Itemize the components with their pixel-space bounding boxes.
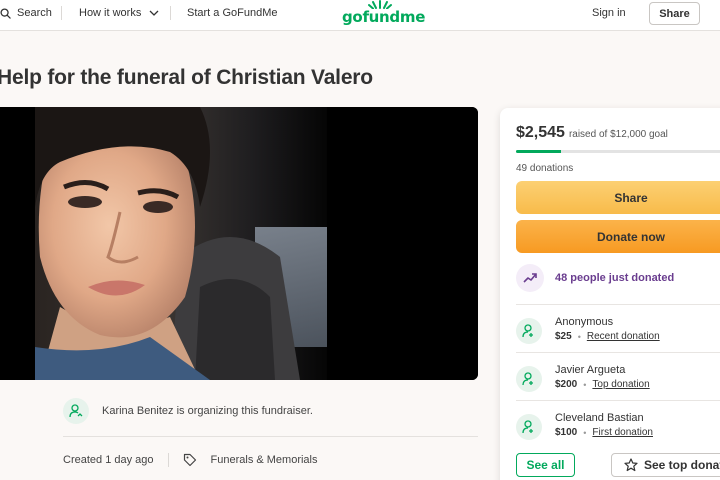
star-icon: [624, 458, 638, 472]
gofundme-logo[interactable]: gofundme: [342, 0, 425, 26]
card-divider: [516, 304, 720, 305]
organizer-icon: [63, 398, 89, 424]
card-divider: [516, 400, 720, 401]
donor-item: Javier Argueta $200 • Top donation: [516, 364, 650, 392]
search-link[interactable]: Search: [0, 0, 52, 26]
donor-icon: [516, 414, 542, 440]
sign-in-link[interactable]: Sign in: [592, 0, 626, 26]
nav-share-button[interactable]: Share: [649, 2, 700, 25]
start-gofundme-link[interactable]: Start a GoFundMe: [187, 0, 278, 26]
sign-in-label: Sign in: [592, 7, 626, 19]
chevron-down-icon: [149, 10, 159, 16]
see-top-donations-button[interactable]: See top donations: [611, 453, 720, 477]
top-nav: Search How it works Start a GoFundMe gof…: [0, 0, 720, 31]
start-gofundme-label: Start a GoFundMe: [187, 7, 278, 19]
bullet-separator: •: [583, 379, 587, 390]
portrait-image: [0, 107, 478, 380]
donate-now-button[interactable]: Donate now: [516, 220, 720, 253]
bullet-separator: •: [577, 331, 581, 342]
donation-card: $2,545 raised of $12,000 goal 49 donatio…: [500, 108, 720, 480]
logo-text: gofundme: [342, 8, 426, 26]
search-label: Search: [17, 7, 52, 19]
page-title: Help for the funeral of Christian Valero: [0, 66, 373, 89]
card-divider: [516, 352, 720, 353]
campaign-meta: Created 1 day ago Funerals & Memorials: [63, 453, 318, 467]
recent-activity: 48 people just donated: [516, 264, 674, 292]
bullet-separator: •: [583, 427, 587, 438]
trending-up-icon: [516, 264, 544, 292]
donation-type-link[interactable]: Top donation: [592, 379, 649, 390]
nav-divider: [170, 6, 171, 20]
organizer-divider: [63, 436, 478, 437]
raised-summary: $2,545 raised of $12,000 goal: [516, 124, 668, 142]
category-link[interactable]: Funerals & Memorials: [183, 453, 318, 467]
donor-amount: $200: [555, 379, 578, 390]
search-icon: [0, 7, 11, 19]
organizer-text: Karina Benitez is organizing this fundra…: [102, 405, 313, 417]
donor-icon: [516, 366, 542, 392]
how-it-works-menu[interactable]: How it works: [79, 0, 159, 26]
donor-amount: $25: [555, 331, 572, 342]
progress-bar: [516, 150, 720, 153]
donor-item: Cleveland Bastian $100 • First donation: [516, 412, 653, 440]
tag-icon: [183, 453, 204, 467]
how-it-works-label: How it works: [79, 7, 142, 19]
donor-name: Cleveland Bastian: [555, 412, 644, 424]
donor-icon: [516, 318, 542, 344]
donor-name: Anonymous: [555, 316, 614, 328]
share-button[interactable]: Share: [516, 181, 720, 214]
see-top-donations-label: See top donations: [644, 458, 720, 472]
campaign-photo: [0, 107, 478, 380]
donation-type-link[interactable]: Recent donation: [587, 331, 660, 342]
donation-type-link[interactable]: First donation: [592, 427, 653, 438]
donations-count: 49 donations: [516, 163, 574, 174]
created-date: Created 1 day ago: [63, 454, 154, 466]
nav-divider: [61, 6, 62, 20]
donor-amount: $100: [555, 427, 578, 438]
category-label: Funerals & Memorials: [210, 454, 318, 466]
see-all-button[interactable]: See all: [516, 453, 575, 477]
donor-item: Anonymous $25 • Recent donation: [516, 316, 660, 344]
donor-name: Javier Argueta: [555, 364, 626, 376]
progress-fill: [516, 150, 561, 153]
goal-text: raised of $12,000 goal: [568, 129, 668, 140]
logo-sun-icon: [368, 0, 392, 9]
just-donated-text: 48 people just donated: [555, 272, 675, 284]
organizer-row: Karina Benitez is organizing this fundra…: [63, 398, 313, 424]
raised-amount: $2,545: [516, 124, 565, 141]
meta-divider: [167, 453, 169, 467]
